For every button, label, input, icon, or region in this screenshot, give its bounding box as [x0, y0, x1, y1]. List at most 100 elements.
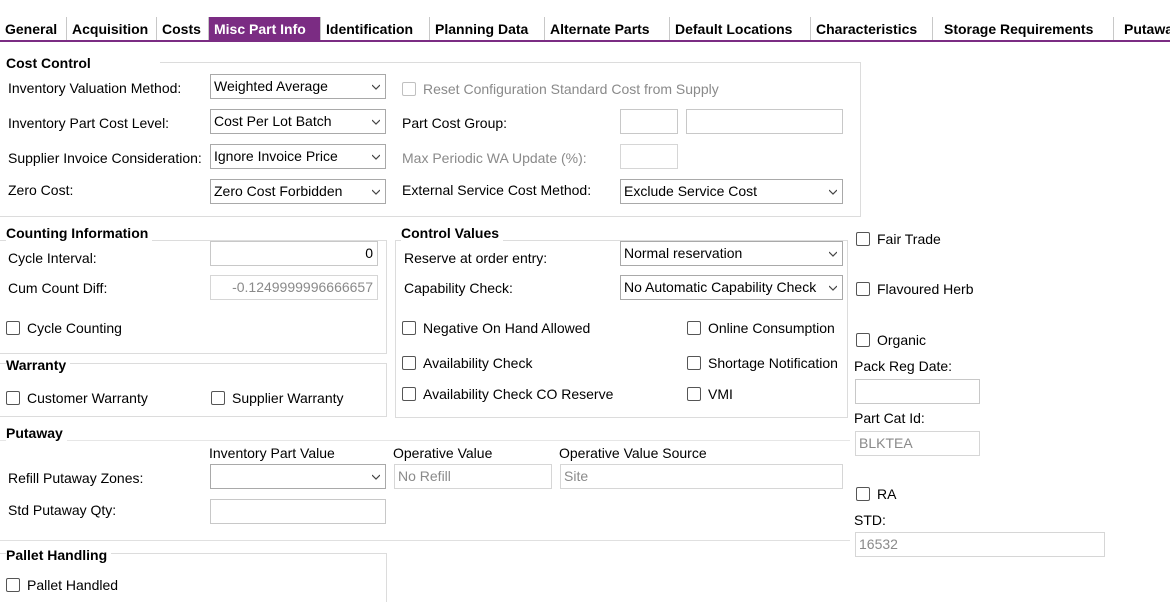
chevron-down-icon	[372, 189, 380, 195]
fair-trade-label: Fair Trade	[877, 231, 941, 247]
vmi-label: VMI	[708, 386, 733, 402]
tab-planning-data[interactable]: Planning Data	[430, 17, 545, 40]
ext-service-label: External Service Cost Method:	[402, 182, 592, 198]
part-cost-level-select[interactable]: Cost Per Lot Batch	[210, 109, 386, 134]
inv-valuation-select[interactable]: Weighted Average	[210, 74, 386, 99]
part-cost-level-value: Cost Per Lot Batch	[214, 113, 332, 129]
availability-check-checkbox[interactable]	[402, 356, 416, 370]
tab-general[interactable]: General	[0, 17, 67, 40]
availability-co-checkbox[interactable]	[402, 387, 416, 401]
reset-config-label: Reset Configuration Standard Cost from S…	[423, 81, 719, 97]
putaway-bottom-separator	[0, 540, 850, 541]
cycle-interval-input[interactable]: 0	[210, 241, 378, 266]
part-cat-field: BLKTEA	[855, 431, 980, 456]
pack-reg-input[interactable]	[855, 379, 980, 404]
std-putaway-input[interactable]	[210, 499, 386, 524]
tab-acquisition[interactable]: Acquisition	[67, 17, 157, 40]
refill-select[interactable]	[210, 464, 386, 489]
flavoured-herb-checkbox[interactable]	[856, 282, 870, 296]
part-cat-label: Part Cat Id:	[854, 410, 925, 426]
customer-warranty-checkbox[interactable]	[6, 391, 20, 405]
supplier-warranty-label: Supplier Warranty	[232, 390, 344, 406]
organic-checkbox[interactable]	[856, 333, 870, 347]
reserve-value: Normal reservation	[624, 245, 743, 261]
fair-trade-checkbox[interactable]	[856, 232, 870, 246]
shortage-notification-label: Shortage Notification	[708, 355, 838, 371]
chevron-down-icon	[829, 189, 837, 195]
refill-operative-field: No Refill	[394, 464, 552, 489]
capability-label: Capability Check:	[404, 280, 513, 296]
max-periodic-input[interactable]	[620, 144, 678, 169]
cost-control-top-border	[160, 62, 861, 63]
tab-misc-part-info[interactable]: Misc Part Info	[209, 17, 321, 40]
cost-control-title: Cost Control	[6, 55, 95, 71]
control-values-title: Control Values	[401, 225, 504, 241]
chevron-down-icon	[372, 84, 380, 90]
negative-onhand-checkbox[interactable]	[402, 321, 416, 335]
part-cost-group-input[interactable]	[620, 109, 678, 134]
ext-service-select[interactable]: Exclude Service Cost	[620, 179, 843, 204]
reserve-label: Reserve at order entry:	[404, 250, 548, 266]
inv-valuation-value: Weighted Average	[214, 78, 328, 94]
tab-default-locations[interactable]: Default Locations	[670, 17, 811, 40]
tab-storage-requirements[interactable]: Storage Requirements	[933, 17, 1114, 40]
supplier-invoice-value: Ignore Invoice Price	[214, 148, 338, 164]
tab-characteristics[interactable]: Characteristics	[811, 17, 933, 40]
max-periodic-label: Max Periodic WA Update (%):	[402, 150, 587, 166]
pack-reg-label: Pack Reg Date:	[854, 358, 953, 374]
zero-cost-label: Zero Cost:	[8, 182, 74, 198]
putaway-top-separator	[0, 440, 850, 441]
refill-source-field: Site	[560, 464, 843, 489]
capability-select[interactable]: No Automatic Capability Check	[620, 275, 843, 300]
online-consumption-label: Online Consumption	[708, 320, 835, 336]
supplier-invoice-label: Supplier Invoice Consideration:	[8, 150, 202, 166]
chevron-down-icon	[829, 251, 837, 257]
inv-valuation-label: Inventory Valuation Method:	[8, 80, 182, 96]
pallet-title: Pallet Handling	[6, 547, 112, 563]
chevron-down-icon	[372, 154, 380, 160]
customer-warranty-label: Customer Warranty	[27, 390, 148, 406]
flavoured-herb-label: Flavoured Herb	[877, 281, 974, 297]
zero-cost-value: Zero Cost Forbidden	[214, 183, 343, 199]
tab-bar: General Acquisition Costs Misc Part Info…	[0, 17, 1170, 42]
inv-part-value-header: Inventory Part Value	[209, 445, 335, 461]
std-putaway-label: Std Putaway Qty:	[8, 502, 117, 518]
part-cost-level-label: Inventory Part Cost Level:	[8, 115, 170, 131]
online-consumption-checkbox[interactable]	[687, 321, 701, 335]
organic-label: Organic	[877, 332, 927, 348]
negative-onhand-label: Negative On Hand Allowed	[423, 320, 591, 336]
std-label: STD:	[854, 512, 886, 528]
reset-config-checkbox[interactable]	[402, 82, 416, 96]
reserve-select[interactable]: Normal reservation	[620, 241, 843, 266]
operative-source-header: Operative Value Source	[559, 445, 707, 461]
cycle-counting-label: Cycle Counting	[27, 320, 122, 336]
vmi-checkbox[interactable]	[687, 387, 701, 401]
refill-label: Refill Putaway Zones:	[8, 470, 144, 486]
tab-alternate-parts[interactable]: Alternate Parts	[545, 17, 670, 40]
chevron-down-icon	[372, 119, 380, 125]
availability-check-label: Availability Check	[423, 355, 533, 371]
ext-service-value: Exclude Service Cost	[624, 183, 758, 199]
cycle-counting-checkbox[interactable]	[6, 321, 20, 335]
supplier-warranty-checkbox[interactable]	[211, 391, 225, 405]
tab-identification[interactable]: Identification	[321, 17, 430, 40]
ra-checkbox[interactable]	[856, 487, 870, 501]
counting-title: Counting Information	[6, 225, 153, 241]
chevron-down-icon	[829, 285, 837, 291]
warranty-title: Warranty	[6, 357, 71, 373]
chevron-down-icon	[372, 474, 380, 480]
tab-putaway[interactable]: Putawa	[1114, 17, 1170, 40]
operative-value-header: Operative Value	[393, 445, 493, 461]
pallet-handled-checkbox[interactable]	[6, 578, 20, 592]
cycle-interval-label: Cycle Interval:	[8, 250, 97, 266]
supplier-invoice-select[interactable]: Ignore Invoice Price	[210, 144, 386, 169]
capability-value: No Automatic Capability Check	[624, 279, 817, 295]
ra-label: RA	[877, 486, 897, 502]
tab-costs[interactable]: Costs	[157, 17, 209, 40]
cum-count-label: Cum Count Diff:	[8, 280, 108, 296]
shortage-notification-checkbox[interactable]	[687, 356, 701, 370]
part-cost-group-label: Part Cost Group:	[402, 115, 508, 131]
availability-co-label: Availability Check CO Reserve	[423, 386, 614, 402]
part-cost-group-desc	[686, 109, 843, 134]
zero-cost-select[interactable]: Zero Cost Forbidden	[210, 179, 386, 204]
